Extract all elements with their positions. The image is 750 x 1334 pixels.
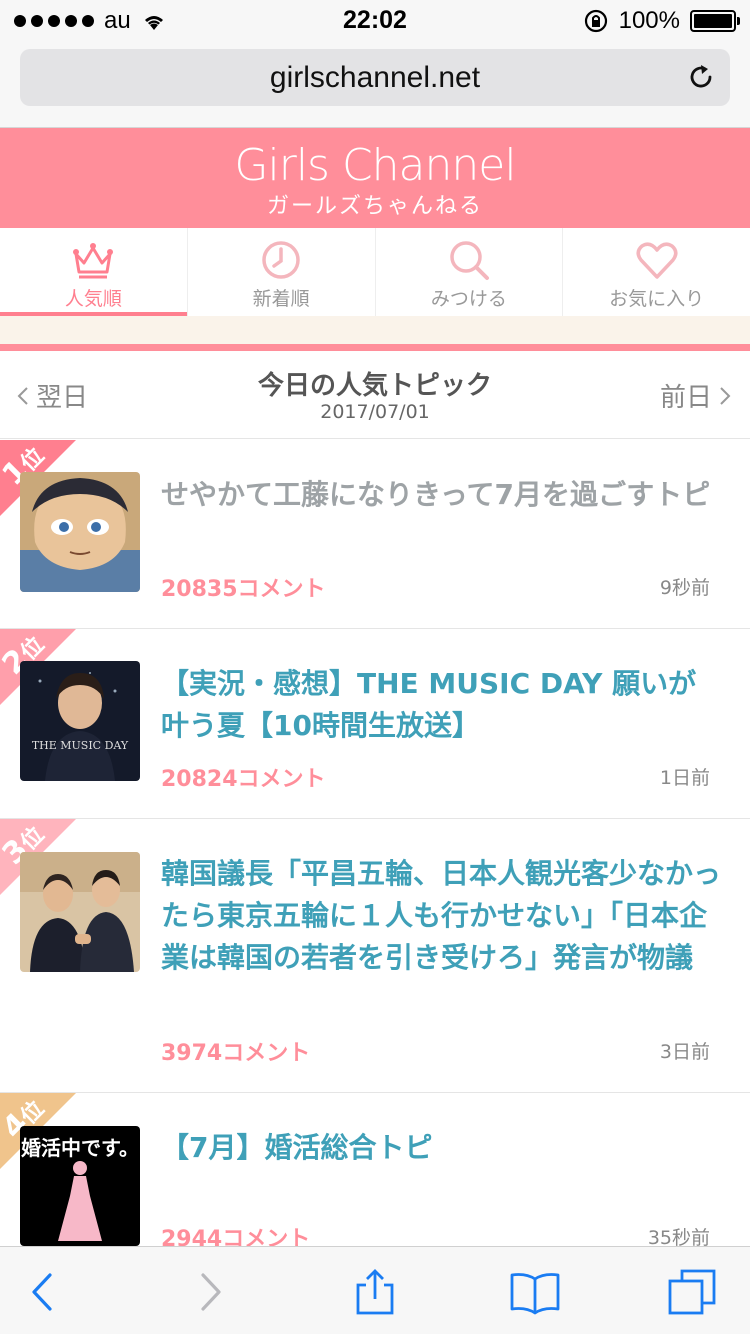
search-icon — [450, 241, 489, 280]
chevron-right-icon — [720, 386, 731, 405]
topic-title[interactable]: 【実況・感想】THE MUSIC DAY 願いが叶う夏【10時間生放送】 — [161, 663, 721, 747]
comment-count: 20824コメント — [161, 767, 326, 792]
topic-time: 9秒前 — [659, 577, 710, 599]
tab-newest[interactable]: 新着順 — [188, 228, 376, 316]
page-title: 今日の人気トピック — [257, 371, 492, 401]
topic-thumbnail[interactable] — [20, 852, 140, 972]
comment-count: 20835コメント — [161, 577, 326, 602]
topic-item[interactable]: 4位 婚活中です。 【7月】婚活総合トピ 2944コメント 35秒前 — [0, 1093, 750, 1246]
url-text: girlschannel.net — [269, 61, 481, 94]
thumbnail-caption: THE MUSIC DAY — [31, 739, 129, 752]
bookmarks-icon[interactable] — [510, 1267, 560, 1317]
share-icon[interactable] — [350, 1267, 400, 1317]
comment-count: 3974コメント — [161, 1041, 311, 1066]
clock-icon — [262, 241, 300, 279]
status-bar: au 22:02 100% — [0, 0, 750, 40]
tab-label: 人気順 — [64, 288, 122, 310]
topic-item[interactable]: 1位 せやかて工藤になりきって7月を過ごすトピ 20835コメント 9秒前 — [0, 440, 750, 629]
next-day-label: 前日 — [659, 383, 712, 413]
tab-label: みつける — [430, 288, 507, 310]
topic-thumbnail[interactable] — [20, 472, 140, 592]
browser-address-area: girlschannel.net — [0, 40, 750, 128]
tab-favorites[interactable]: お気に入り — [563, 228, 750, 316]
tab-discover[interactable]: みつける — [376, 228, 564, 316]
topic-title[interactable]: せやかて工藤になりきって7月を過ごすトピ — [161, 474, 721, 516]
topic-item[interactable]: 3位 韓国議長「平昌五輪、日本人観光客少なかったら東京五輪に１人も行かせない」「… — [0, 819, 750, 1093]
reload-icon[interactable] — [686, 62, 716, 92]
heart-icon — [636, 242, 678, 279]
crown-icon — [73, 243, 114, 279]
tabs-icon[interactable] — [668, 1267, 718, 1317]
spacer — [0, 316, 750, 344]
topic-title[interactable]: 韓国議長「平昌五輪、日本人観光客少なかったら東京五輪に１人も行かせない」「日本企… — [161, 853, 721, 979]
forward-icon[interactable] — [185, 1267, 235, 1317]
day-header: 翌日 今日の人気トピック 2017/07/01 前日 — [0, 351, 750, 439]
back-icon[interactable] — [18, 1267, 68, 1317]
battery-percent: 100% — [618, 7, 680, 34]
site-logo[interactable]: Girls Channel — [0, 140, 750, 191]
next-day-link[interactable]: 前日 — [660, 377, 732, 414]
site-header[interactable]: Girls Channel ガールズちゃんねる — [0, 128, 750, 228]
page-date: 2017/07/01 — [320, 401, 430, 423]
topic-time: 1日前 — [659, 767, 710, 789]
divider — [0, 344, 750, 351]
site-logo-subtitle: ガールズちゃんねる — [266, 194, 483, 219]
sort-tabs: 人気順 新着順 みつける お気に入り — [0, 228, 750, 316]
battery-icon — [690, 10, 740, 32]
topic-time: 3日前 — [659, 1041, 710, 1063]
tab-label: お気に入り — [609, 288, 705, 310]
comment-count: 2944コメント — [161, 1227, 311, 1246]
topic-title[interactable]: 【7月】婚活総合トピ — [161, 1127, 721, 1169]
topic-time: 35秒前 — [647, 1227, 710, 1246]
browser-toolbar — [0, 1246, 750, 1334]
topic-thumbnail[interactable]: 婚活中です。 — [20, 1126, 140, 1246]
rotation-lock-icon — [584, 9, 607, 33]
address-bar[interactable]: girlschannel.net — [20, 49, 730, 106]
tab-label: 新着順 — [252, 288, 310, 310]
topic-item[interactable]: 2位 THE MUSIC DAY 【実況・感想】THE MUSIC DAY 願い… — [0, 629, 750, 819]
tab-popular[interactable]: 人気順 — [0, 228, 188, 316]
topic-thumbnail[interactable]: THE MUSIC DAY — [20, 661, 140, 781]
